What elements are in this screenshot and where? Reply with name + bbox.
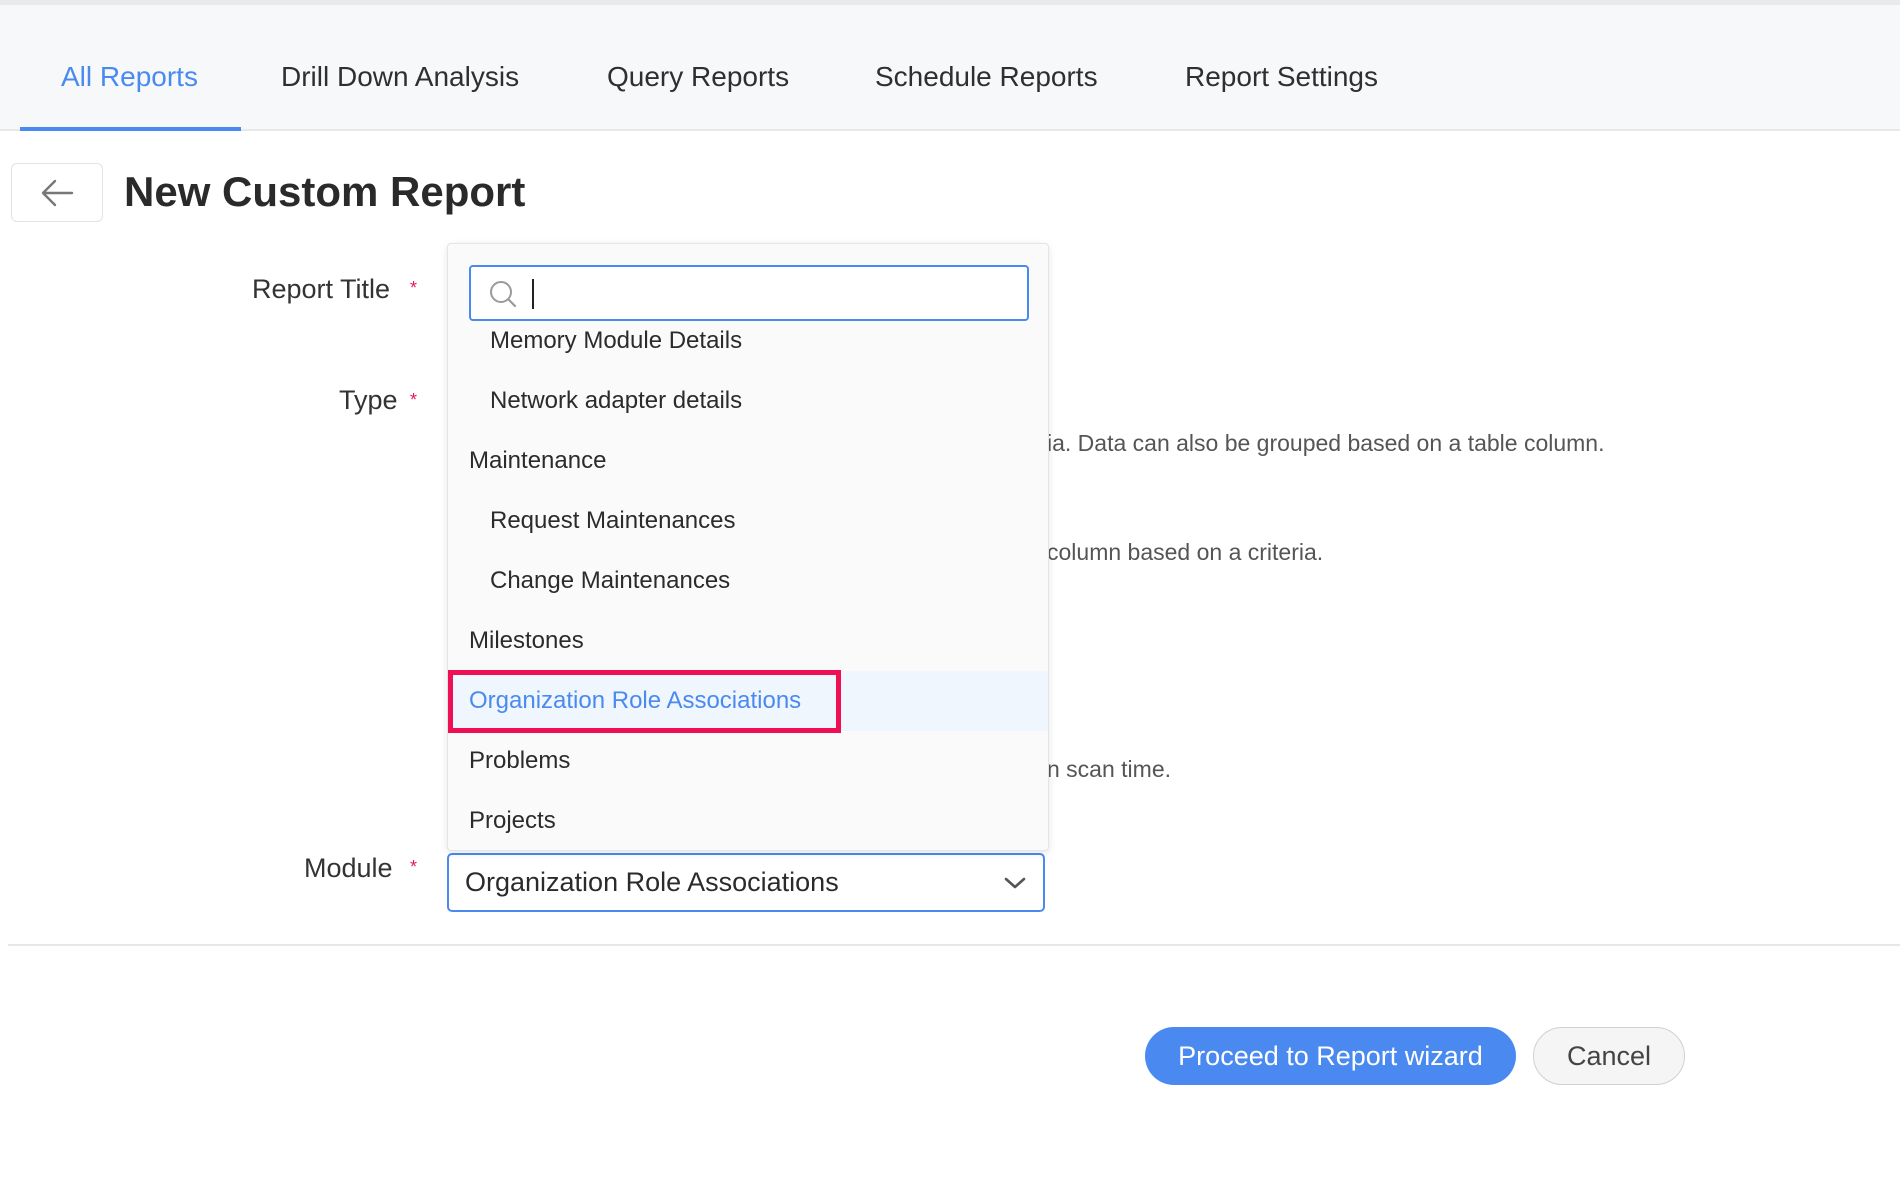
- chevron-down-icon: [1004, 877, 1026, 889]
- dropdown-option-milestones[interactable]: Milestones: [448, 611, 1048, 671]
- module-dropdown-panel: Memory Module Details Network adapter de…: [447, 243, 1049, 851]
- tab-schedule-reports[interactable]: Schedule Reports: [875, 61, 1098, 93]
- module-label: Module: [304, 853, 393, 883]
- dropdown-option-request-maintenances[interactable]: Request Maintenances: [448, 491, 1048, 551]
- page-title: New Custom Report: [124, 168, 526, 215]
- tab-report-settings[interactable]: Report Settings: [1185, 61, 1378, 93]
- type-description: column based on a criteria.: [1047, 539, 1324, 565]
- tab-drill-down-analysis[interactable]: Drill Down Analysis: [281, 61, 519, 93]
- cancel-button[interactable]: Cancel: [1533, 1027, 1685, 1085]
- report-tabs-bar: All Reports Drill Down Analysis Query Re…: [0, 0, 1900, 131]
- proceed-to-report-wizard-button[interactable]: Proceed to Report wizard: [1145, 1027, 1516, 1085]
- dropdown-option-change-maintenances[interactable]: Change Maintenances: [448, 551, 1048, 611]
- arrow-left-icon: [41, 179, 74, 206]
- report-title-label: Report Title: [252, 274, 391, 304]
- tab-query-reports[interactable]: Query Reports: [607, 61, 789, 93]
- form-divider: [8, 944, 1900, 946]
- dropdown-group-maintenance: Maintenance: [469, 447, 607, 474]
- type-label: Type: [339, 385, 398, 415]
- required-marker: *: [410, 278, 418, 298]
- dropdown-option-projects[interactable]: Projects: [448, 791, 1048, 850]
- back-button[interactable]: [11, 163, 103, 222]
- required-marker: *: [410, 390, 418, 410]
- tab-all-reports[interactable]: All Reports: [61, 61, 198, 93]
- search-icon: [490, 281, 517, 308]
- type-description: n scan time.: [1047, 756, 1171, 782]
- dropdown-option-memory-module-details[interactable]: Memory Module Details: [448, 311, 1048, 371]
- text-cursor: [532, 279, 534, 309]
- type-description: ia. Data can also be grouped based on a …: [1047, 430, 1605, 456]
- module-select[interactable]: Organization Role Associations: [447, 853, 1045, 912]
- dropdown-option-network-adapter-details[interactable]: Network adapter details: [448, 371, 1048, 431]
- dropdown-option-problems[interactable]: Problems: [448, 731, 1048, 791]
- module-selected-value: Organization Role Associations: [465, 867, 839, 897]
- dropdown-option-organization-role-associations[interactable]: Organization Role Associations: [448, 671, 1048, 731]
- required-marker: *: [410, 857, 418, 877]
- active-tab-indicator: [20, 127, 241, 131]
